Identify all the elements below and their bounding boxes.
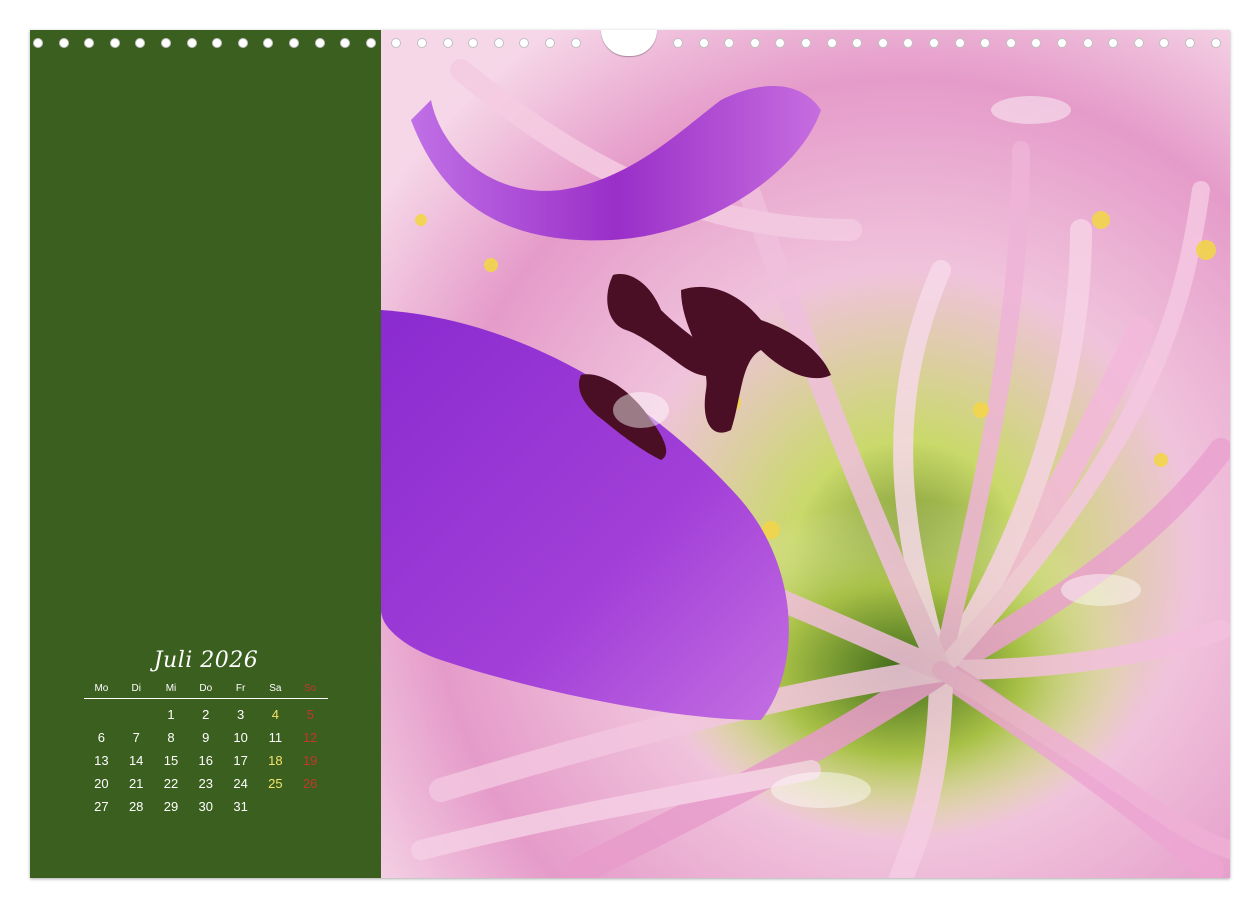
day-cell-sunday: 26: [302, 776, 318, 791]
binding-hole: [1159, 38, 1170, 48]
day-cell: 29: [163, 799, 179, 814]
binding-hole: [749, 38, 760, 48]
day-cell: 23: [198, 776, 214, 791]
binding-hole: [826, 38, 837, 48]
binding-hole: [980, 38, 991, 48]
weekday-di: Di: [131, 683, 141, 694]
binding-hole: [877, 38, 888, 48]
binding-hole: [212, 38, 223, 48]
weekday-so: So: [304, 683, 317, 694]
weekday-mi: Mi: [165, 683, 177, 694]
day-cell: 30: [198, 799, 214, 814]
day-cell: 22: [163, 776, 179, 791]
day-cell: 8: [167, 730, 175, 745]
binding-hole: [519, 38, 530, 48]
day-cell: 15: [163, 753, 179, 768]
day-cell: [84, 703, 119, 726]
day-cell: 14: [128, 753, 144, 768]
day-cell-sunday: 5: [306, 707, 314, 722]
day-cell-saturday: [258, 795, 293, 818]
weekday-mo: Mo: [94, 683, 109, 694]
day-cell: 6: [97, 730, 106, 745]
binding-hole: [33, 38, 43, 48]
weekday-do: Do: [199, 683, 213, 694]
day-cell: 13: [94, 753, 109, 768]
binding-hole: [1133, 38, 1144, 48]
binding-hole: [570, 38, 581, 48]
day-cell: 24: [233, 776, 248, 791]
binding-hole: [801, 38, 811, 48]
binding-hole: [84, 38, 95, 48]
binding-hole: [263, 38, 274, 48]
binding-hole: [852, 38, 863, 48]
binding-hole: [954, 38, 965, 48]
day-cell: 7: [132, 730, 140, 745]
binding-hole: [340, 38, 351, 48]
binding-hole: [1005, 38, 1016, 48]
day-cell-saturday: 4: [271, 707, 279, 722]
binding-hole: [161, 38, 171, 48]
binding-hole: [775, 38, 786, 48]
binding-hole: [109, 38, 120, 48]
day-cell: 3: [236, 707, 245, 722]
day-cell: 17: [233, 753, 248, 768]
day-cell: 28: [128, 799, 144, 814]
day-cell-sunday: 12: [302, 730, 318, 745]
binding-hole: [1210, 38, 1221, 48]
binding-hole: [135, 38, 146, 48]
binding-hole: [903, 38, 914, 48]
binding-hole: [493, 38, 504, 48]
binding-hole: [417, 38, 427, 48]
day-cell-saturday: 25: [268, 776, 283, 791]
binding-hole: [724, 38, 735, 48]
flower-image: [381, 30, 1230, 878]
binding-hole: [929, 38, 939, 48]
day-cell-saturday: 18: [268, 753, 283, 768]
weekday-divider: [84, 698, 328, 699]
day-cell: 10: [233, 730, 248, 745]
day-cell: 2: [202, 707, 210, 722]
day-cell: 9: [202, 730, 210, 745]
binding-hole: [289, 38, 299, 48]
binding-hole: [698, 38, 709, 48]
day-cell: 16: [198, 753, 214, 768]
binding-hole: [1031, 38, 1042, 48]
day-cell-saturday: 11: [268, 730, 283, 745]
binding-hole: [1185, 38, 1195, 48]
binding-hole: [1082, 38, 1093, 48]
binding-hole: [1057, 38, 1067, 48]
day-cell-sunday: 19: [302, 753, 318, 768]
binding-hole: [391, 38, 402, 48]
weekday-fr: Fr: [235, 683, 246, 694]
day-cell: 1: [167, 707, 175, 722]
binding-hole: [1108, 38, 1119, 48]
binding-hole: [58, 38, 69, 48]
day-cell: 21: [128, 776, 144, 791]
binding-hole: [442, 38, 453, 48]
day-cell: [119, 703, 154, 726]
month-calendar: Juli 2026 Mo Di Mi Do Fr Sa So 1 2 3 4 5…: [84, 644, 328, 818]
binding-hole: [237, 38, 248, 48]
day-cell: 27: [94, 799, 109, 814]
binding-hole: [314, 38, 325, 48]
day-cell-sunday: [293, 795, 328, 818]
flower-photo: [381, 30, 1230, 878]
binding-hole: [186, 38, 197, 48]
calendar-grid: Mo Di Mi Do Fr Sa So 1 2 3 4 5 6 7 8 9 1…: [84, 682, 328, 818]
binding-hole: [468, 38, 479, 48]
binding-hole: [365, 38, 376, 48]
binding-hole: [673, 38, 683, 48]
day-cell: 20: [94, 776, 109, 791]
weekday-sa: Sa: [269, 683, 282, 694]
binding-hole: [545, 38, 555, 48]
day-cell: 31: [233, 799, 248, 814]
spiral-binding: [30, 30, 1230, 56]
month-title: Juli 2026: [153, 648, 259, 673]
